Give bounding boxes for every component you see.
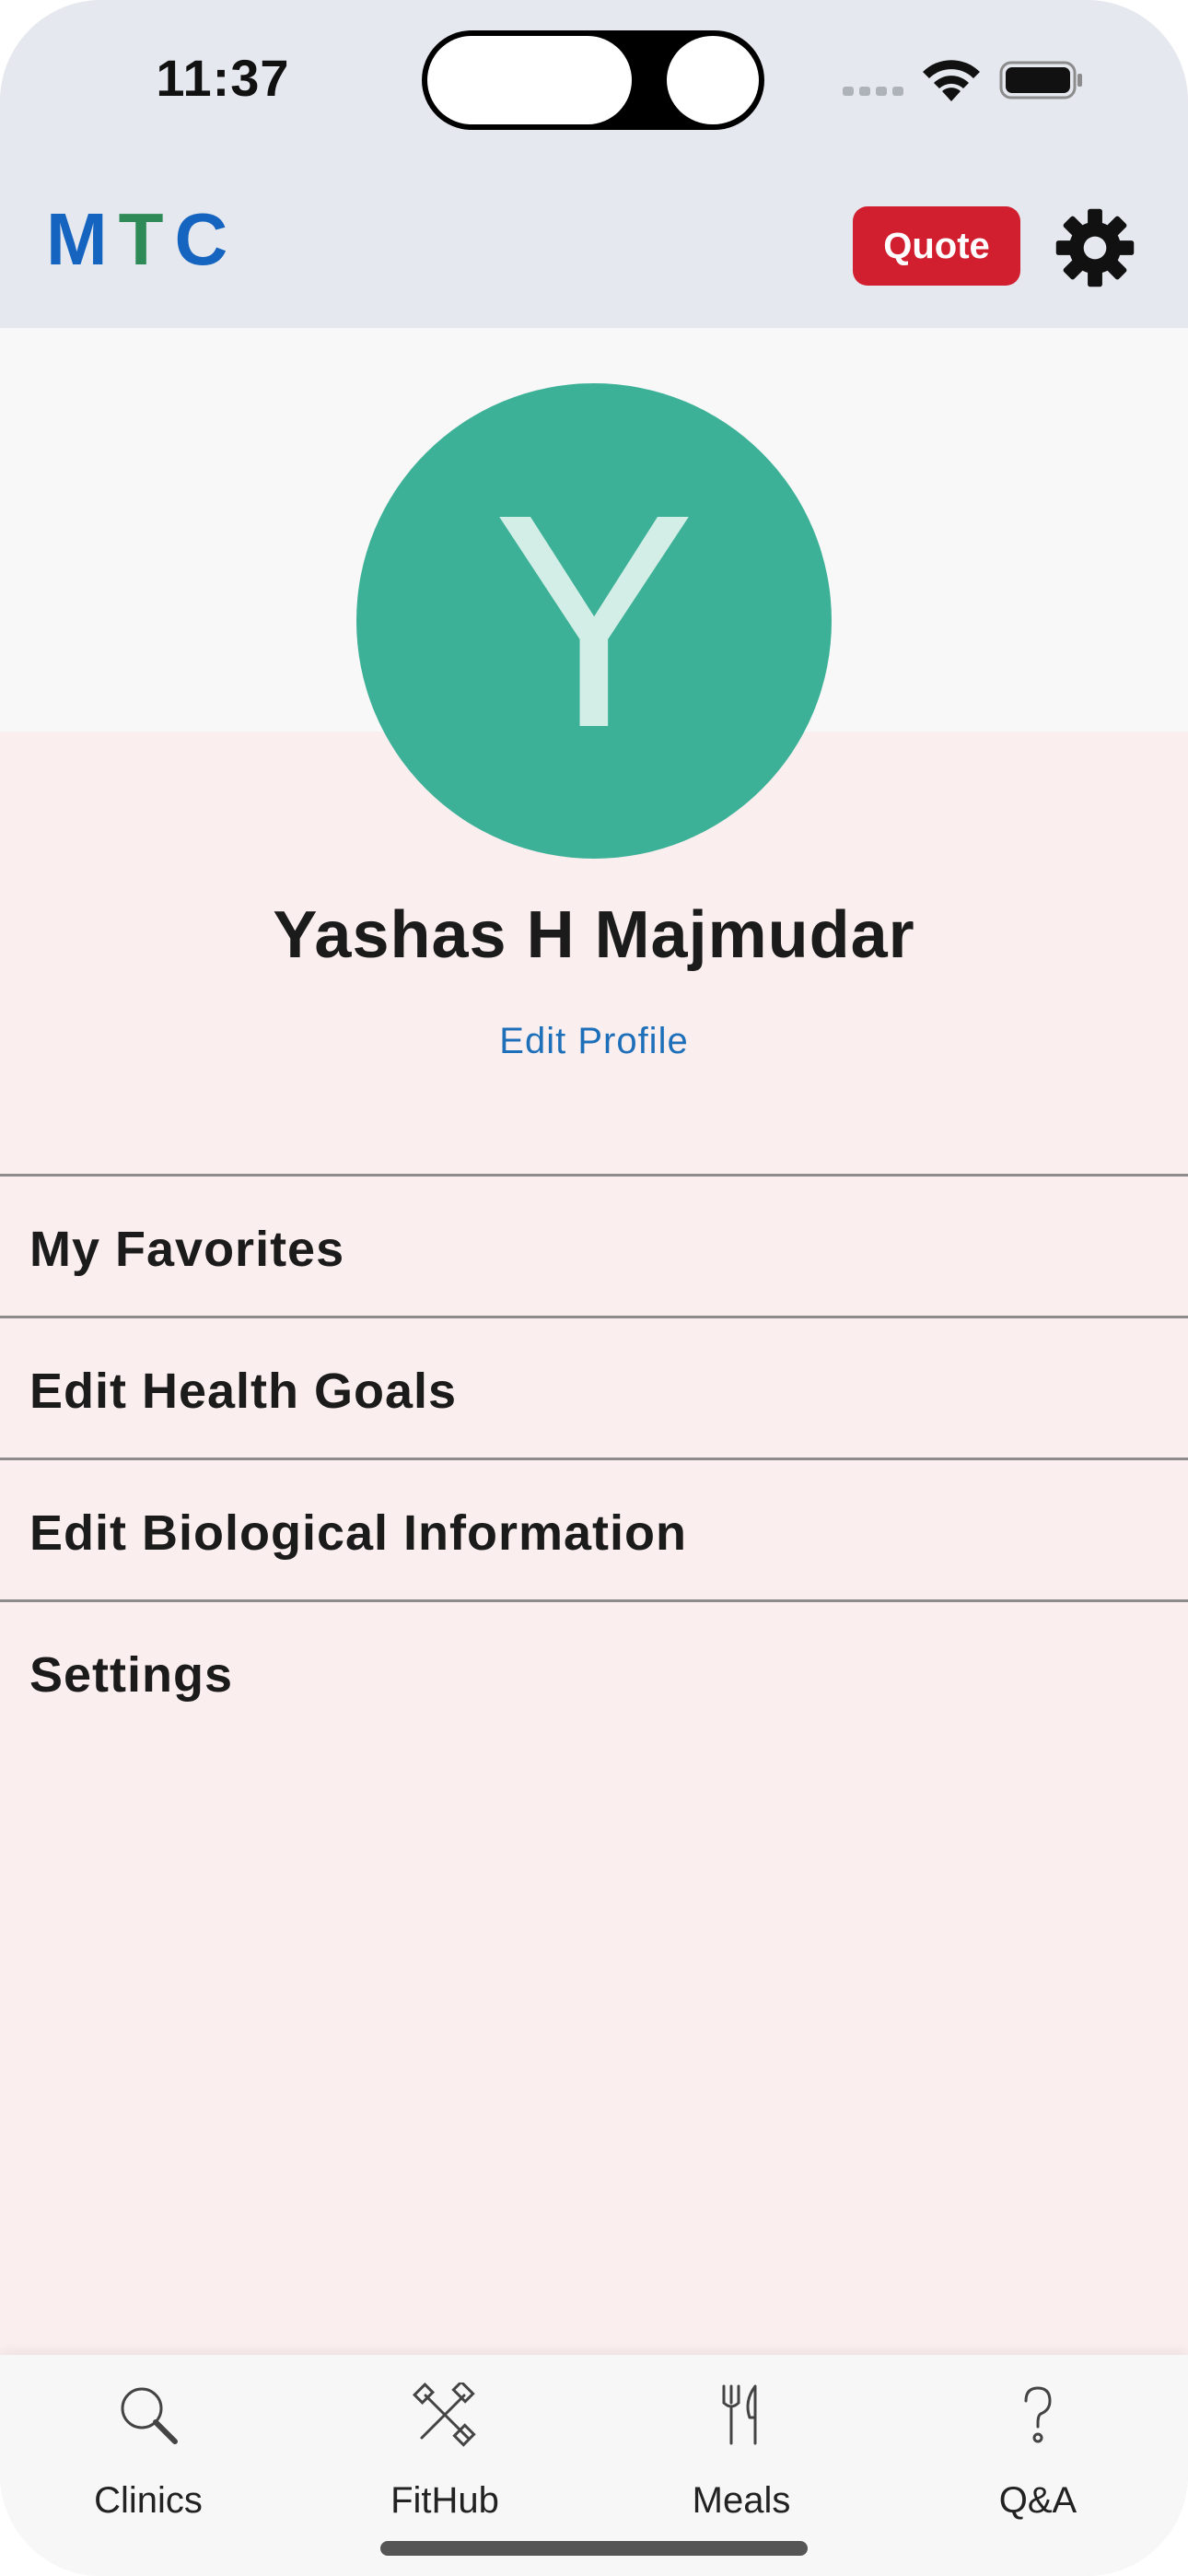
avatar[interactable]: Y xyxy=(356,383,832,859)
edit-profile-link[interactable]: Edit Profile xyxy=(0,1021,1188,1062)
tab-qa[interactable]: Q&A xyxy=(890,2355,1186,2539)
menu-item-edit-health-goals[interactable]: Edit Health Goals xyxy=(0,1316,1188,1458)
menu-item-label: My Favorites xyxy=(29,1222,345,1277)
tab-label: Clinics xyxy=(94,2480,203,2521)
tab-label: Q&A xyxy=(998,2480,1077,2521)
menu-item-settings[interactable]: Settings xyxy=(0,1599,1188,1741)
menu-item-edit-biological-information[interactable]: Edit Biological Information xyxy=(0,1458,1188,1599)
question-icon xyxy=(1024,2386,1052,2443)
menu-item-label: Edit Biological Information xyxy=(29,1505,687,1561)
home-indicator xyxy=(380,2541,808,2556)
menu-item-label: Edit Health Goals xyxy=(29,1364,458,1419)
avatar-initial: Y xyxy=(492,451,696,790)
app-logo: MTC xyxy=(46,198,239,280)
quote-button[interactable]: Quote xyxy=(853,206,1020,286)
wifi-icon xyxy=(923,60,980,101)
battery-icon xyxy=(999,61,1082,100)
tab-label: FitHub xyxy=(390,2480,499,2521)
profile-menu: My Favorites Edit Health Goals Edit Biol… xyxy=(0,1174,1188,1741)
tab-clinics[interactable]: Clinics xyxy=(0,2355,297,2539)
menu-item-label: Settings xyxy=(29,1647,234,1703)
profile-name: Yashas H Majmudar xyxy=(273,898,915,972)
fitness-tools-icon xyxy=(413,2383,476,2447)
menu-item-my-favorites[interactable]: My Favorites xyxy=(0,1174,1188,1316)
search-icon xyxy=(121,2387,178,2444)
tab-meals[interactable]: Meals xyxy=(593,2355,890,2539)
top-bar: 11:37 MTC Quote xyxy=(0,0,1188,328)
cellular-signal-icon xyxy=(843,87,905,98)
tab-fithub[interactable]: FitHub xyxy=(297,2355,593,2539)
tab-label: Meals xyxy=(692,2480,791,2521)
fork-knife-icon xyxy=(722,2384,757,2445)
status-time: 11:37 xyxy=(156,49,290,107)
app-screen: 11:37 MTC Quote Y Yashas H Majmudar Edit… xyxy=(0,0,1188,2576)
dynamic-island xyxy=(422,30,764,130)
gear-icon[interactable] xyxy=(1054,207,1136,288)
